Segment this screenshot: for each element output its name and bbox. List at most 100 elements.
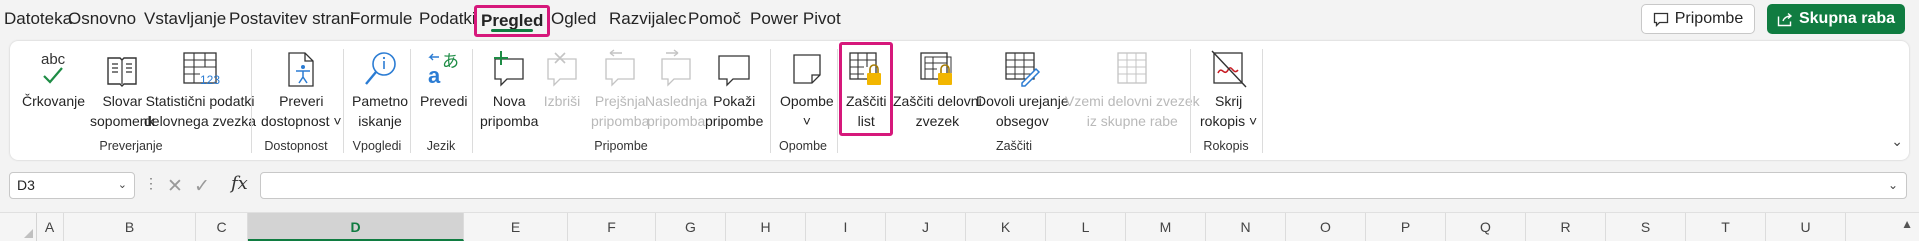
notes-label-2: ˅: [802, 113, 811, 129]
svg-text:123: 123: [200, 73, 220, 87]
delete-comment-button[interactable]: Izbriši: [542, 45, 582, 111]
ribbon-collapse-chevron-icon[interactable]: ⌄: [1891, 133, 1903, 150]
workbook-statistics-label-2: delovnega zvezka: [144, 113, 257, 129]
formula-expand-icon[interactable]: ⌄: [1888, 178, 1898, 192]
column-header-i[interactable]: I: [806, 213, 886, 241]
tab-formule[interactable]: Formule: [350, 7, 412, 31]
column-header-a[interactable]: A: [36, 213, 64, 241]
notes-button[interactable]: Opombe ˅: [780, 45, 834, 131]
confirm-entry-icon[interactable]: ✓: [194, 175, 210, 198]
next-comment-button[interactable]: Naslednja pripomba: [645, 45, 707, 131]
column-header-d[interactable]: D: [248, 213, 464, 241]
group-label-proofing: Preverjanje: [99, 139, 163, 153]
previous-comment-button[interactable]: Prejšnja pripomba: [591, 45, 649, 131]
column-header-e[interactable]: E: [464, 213, 568, 241]
column-header-k[interactable]: K: [966, 213, 1046, 241]
group-separator: [1262, 49, 1263, 153]
new-comment-button[interactable]: Nova pripomba: [480, 45, 538, 131]
allow-edit-ranges-icon: [1002, 45, 1042, 89]
column-header-n[interactable]: N: [1206, 213, 1286, 241]
protect-sheet-button[interactable]: Zaščiti list: [839, 42, 894, 136]
tab-postavitev-strani[interactable]: Postavitev strani: [229, 7, 354, 31]
insert-function-button[interactable]: fx: [231, 173, 248, 194]
workbook-statistics-button[interactable]: 123 Statistični podatki delovnega zvezka: [144, 45, 256, 131]
unshare-workbook-label-1: Vzemi delovni zvezek: [1065, 93, 1200, 109]
tab-power-pivot[interactable]: Power Pivot: [750, 7, 841, 31]
smart-lookup-label-2: iskanje: [358, 113, 402, 129]
column-header-p[interactable]: P: [1366, 213, 1446, 241]
tab-pomoc[interactable]: Pomoč: [688, 7, 741, 31]
share-icon: [1777, 12, 1793, 26]
tab-vstavljanje[interactable]: Vstavljanje: [144, 7, 226, 31]
previous-comment-label-2: pripomba: [591, 113, 650, 129]
tab-datoteka[interactable]: Datoteka: [4, 7, 72, 31]
tab-razvijalec[interactable]: Razvijalec: [609, 7, 686, 31]
show-comments-button[interactable]: Pokaži pripombe: [705, 45, 763, 131]
column-header-c[interactable]: C: [196, 213, 248, 241]
delete-comment-label: Izbriši: [543, 93, 581, 109]
group-separator: [472, 49, 473, 153]
column-header-o[interactable]: O: [1286, 213, 1366, 241]
protect-workbook-icon: [917, 45, 957, 89]
name-box-dropdown-icon[interactable]: ⌄: [118, 173, 127, 198]
protect-sheet-icon: [846, 45, 886, 89]
column-header-s[interactable]: S: [1606, 213, 1686, 241]
protect-workbook-button[interactable]: Zaščiti delovni zvezek: [893, 45, 982, 131]
tab-pregled-label: Pregled: [481, 11, 544, 30]
formula-input[interactable]: ⌄: [260, 172, 1907, 199]
share-button-label: Skupna raba: [1798, 10, 1896, 27]
column-header-g[interactable]: G: [656, 213, 726, 241]
column-header-b[interactable]: B: [64, 213, 196, 241]
share-button[interactable]: Skupna raba: [1767, 4, 1905, 34]
group-label-accessibility: Dostopnost: [264, 139, 328, 153]
tab-pregled[interactable]: Pregled: [474, 5, 551, 37]
check-accessibility-label-2: dostopnost ˅: [261, 113, 342, 129]
tab-osnovno[interactable]: Osnovno: [68, 7, 136, 31]
column-header-f[interactable]: F: [568, 213, 656, 241]
unshare-workbook-label-2: iz skupne rabe: [1086, 113, 1178, 129]
column-header-h[interactable]: H: [726, 213, 806, 241]
column-header-r[interactable]: R: [1526, 213, 1606, 241]
tab-ogled[interactable]: Ogled: [551, 7, 596, 31]
group-label-comments: Pripombe: [594, 139, 648, 153]
smart-lookup-button[interactable]: Pametno iskanje: [352, 45, 408, 131]
allow-edit-ranges-button[interactable]: Dovoli urejanje obsegov: [976, 45, 1069, 131]
group-label-insights: Vpogledi: [352, 139, 402, 153]
hide-ink-button[interactable]: Skrij rokopis ˅: [1200, 45, 1257, 131]
column-header-m[interactable]: M: [1126, 213, 1206, 241]
previous-comment-icon: [600, 45, 640, 89]
workbook-statistics-label-1: Statistični podatki: [145, 93, 255, 109]
select-all-corner[interactable]: [0, 213, 37, 241]
menu-tab-bar: Datoteka Osnovno Vstavljanje Postavitev …: [0, 0, 1919, 40]
show-comments-icon: [714, 45, 754, 89]
new-comment-label-2: pripomba: [480, 113, 539, 129]
ribbon-pregled: abc Črkovanje Slovar sopomenk 123 Statis…: [10, 41, 1909, 160]
thesaurus-label-1: Slovar: [102, 93, 143, 109]
group-separator: [770, 49, 771, 153]
tab-podatki[interactable]: Podatki: [419, 7, 476, 31]
svg-text:a: a: [428, 63, 441, 88]
column-header-u[interactable]: U: [1766, 213, 1846, 241]
spelling-icon: abc: [34, 45, 74, 89]
name-box[interactable]: D3 ⌄: [9, 172, 135, 199]
cancel-entry-icon[interactable]: ✕: [167, 175, 183, 198]
protect-sheet-label-1: Zaščiti: [846, 93, 887, 109]
smart-lookup-icon: [361, 45, 399, 89]
spelling-button[interactable]: abc Črkovanje: [22, 45, 85, 111]
comments-button[interactable]: Pripombe: [1641, 4, 1755, 34]
group-separator: [837, 49, 838, 153]
translate-button[interactable]: aあ Prevedi: [420, 45, 467, 111]
scroll-up-arrow-icon[interactable]: ▲: [1901, 217, 1913, 231]
group-separator: [1190, 49, 1191, 153]
column-header-j[interactable]: J: [886, 213, 966, 241]
protect-workbook-label-2: zvezek: [915, 113, 960, 129]
translate-icon: aあ: [425, 45, 463, 89]
more-options-icon[interactable]: ⋮: [144, 175, 158, 192]
unshare-workbook-button[interactable]: Vzemi delovni zvezek iz skupne rabe: [1065, 45, 1200, 131]
column-header-q[interactable]: Q: [1446, 213, 1526, 241]
column-header-l[interactable]: L: [1046, 213, 1126, 241]
comment-icon: [1653, 12, 1668, 27]
name-box-value: D3: [17, 177, 35, 193]
column-header-t[interactable]: T: [1686, 213, 1766, 241]
check-accessibility-button[interactable]: Preveri dostopnost ˅: [261, 45, 342, 131]
